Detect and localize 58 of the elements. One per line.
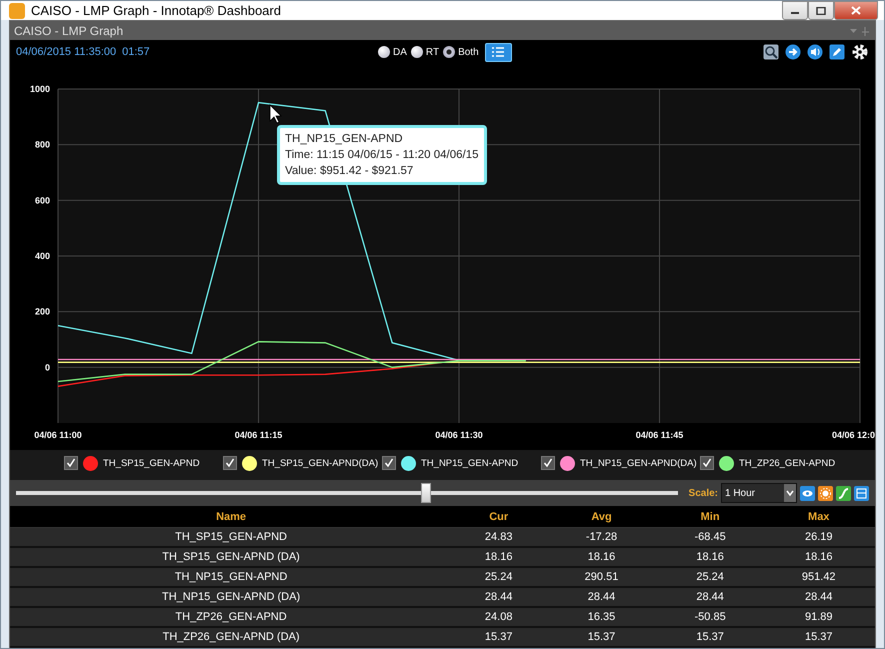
x-tick-label: 04/06 11:45 <box>636 430 684 440</box>
table-cell: 18.16 <box>452 547 546 567</box>
y-tick-label: 600 <box>34 195 50 206</box>
legend-label: TH_SP15_GEN-APND(DA) <box>262 458 378 468</box>
x-tick-label: 04/06 11:15 <box>234 430 282 440</box>
table-cell: TH_SP15_GEN-APND <box>10 528 452 547</box>
table-cell: TH_ZP26_GEN-APND <box>10 607 452 627</box>
table-cell: TH_NP15_GEN-APND <box>10 567 452 587</box>
y-tick-label: 200 <box>34 306 50 317</box>
mode-radio[interactable]: RT <box>410 46 440 58</box>
table-cell: TH_NP15_GEN-APND (DA) <box>10 587 452 607</box>
legend-label: TH_SP15_GEN-APND <box>103 458 200 468</box>
table-cell: 25.24 <box>452 567 546 587</box>
table-cell: 24.08 <box>452 607 546 627</box>
table-cell: TH_SP15_GEN-APND (DA) <box>10 547 452 567</box>
tooltip-value: Value: $951.42 - $921.57 <box>285 164 414 179</box>
x-tick-label: 04/06 11:00 <box>34 430 82 440</box>
table-cell: 28.44 <box>762 587 875 607</box>
scale-label: Scale: <box>688 488 718 498</box>
table-cell: 26.19 <box>762 528 875 547</box>
x-tick-label: 04/06 11:30 <box>435 430 483 440</box>
table-cell: 91.89 <box>762 607 875 627</box>
timestamp-text: 04/06/2015 11:35:00 <box>16 46 116 58</box>
table-cell: 15.37 <box>762 627 875 647</box>
y-tick-label: 400 <box>34 251 50 261</box>
scale-dropdown[interactable]: 1 Hour <box>721 483 797 503</box>
table-cell: -68.45 <box>658 528 762 547</box>
table-cell: 28.44 <box>545 587 658 607</box>
mode-radio[interactable]: DA <box>378 46 407 58</box>
legend-label: TH_NP15_GEN-APND(DA) <box>580 458 697 468</box>
mode-radio[interactable]: Both <box>443 46 479 58</box>
tooltip-time: Time: 11:15 04/06/15 - 11:20 04/06/15 <box>285 148 479 163</box>
y-tick-label: 1000 <box>30 84 50 94</box>
tooltip-title: TH_NP15_GEN-APND <box>285 132 404 147</box>
table-cell: 18.16 <box>658 547 762 567</box>
table-cell: -17.28 <box>545 528 658 547</box>
table-cell: 25.24 <box>658 567 762 587</box>
table-cell: TH_ZP26_GEN-APND (DA) <box>10 627 452 647</box>
table-cell: 28.44 <box>452 587 546 607</box>
table-cell: 15.37 <box>452 627 546 647</box>
table-cell: 951.42 <box>762 567 875 587</box>
y-tick-label: 0 <box>44 362 50 372</box>
table-cell: 18.16 <box>762 547 875 567</box>
y-tick-label: 800 <box>34 140 50 150</box>
table-cell: 24.83 <box>452 528 546 547</box>
legend-label: TH_NP15_GEN-APND <box>421 458 518 468</box>
countdown-text: 01:57 <box>122 46 150 58</box>
table-cell: -50.85 <box>658 607 762 627</box>
table-cell: 290.51 <box>545 567 658 587</box>
table-cell: 28.44 <box>658 587 762 607</box>
legend-label: TH_ZP26_GEN-APND <box>739 458 836 468</box>
x-tick-label: 04/06 12:0 <box>832 430 875 440</box>
window-title: CAISO - LMP Graph - Innotap® Dashboard <box>31 3 281 18</box>
table-cell: 16.35 <box>545 607 658 627</box>
panel-title: CAISO - LMP Graph <box>14 24 124 38</box>
table-cell: 15.37 <box>658 627 762 647</box>
table-cell: 18.16 <box>545 547 658 567</box>
table-cell: 15.37 <box>545 627 658 647</box>
